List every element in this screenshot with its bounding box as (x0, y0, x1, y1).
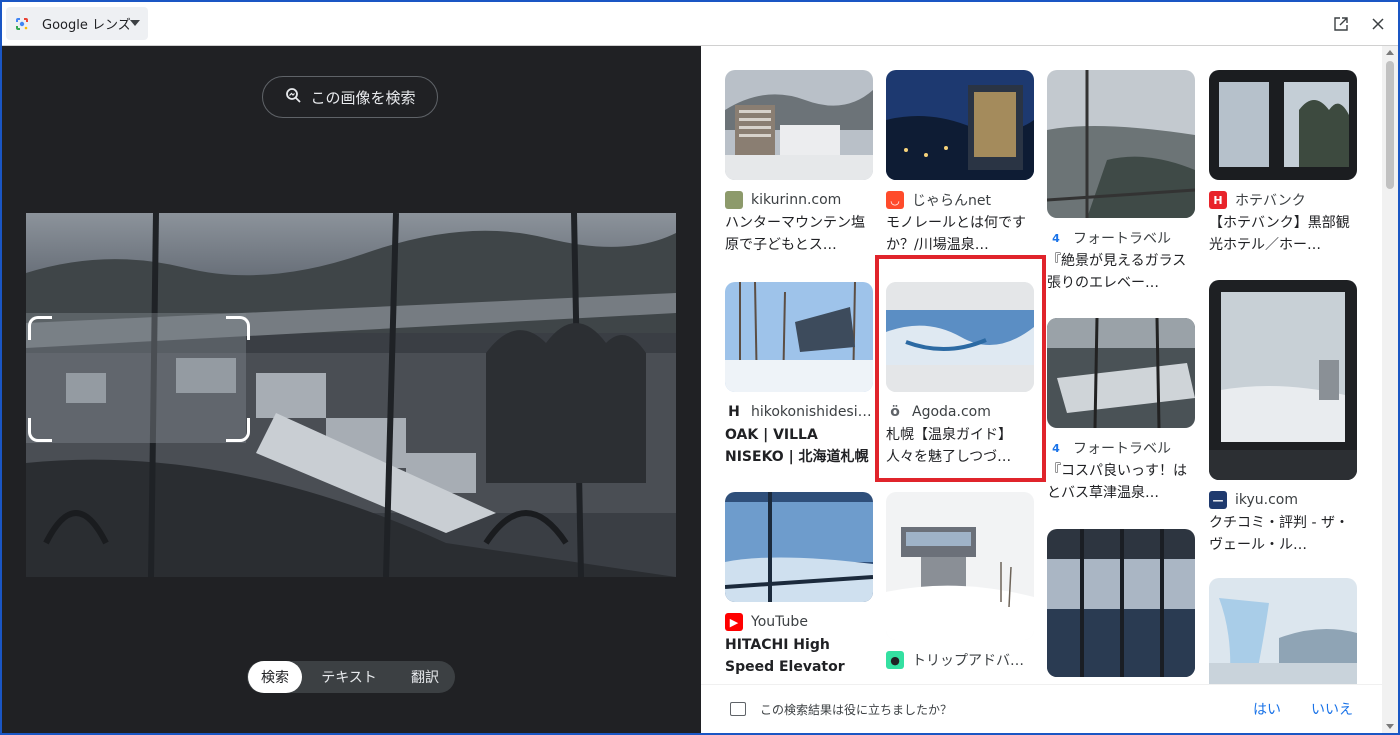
4travel-favicon-icon: 4 (1052, 441, 1060, 455)
result-title[interactable]: モノレールとは何ですか？/川場温泉… (886, 212, 1034, 256)
result-thumbnail[interactable] (725, 492, 873, 602)
mode-search-tab[interactable]: 検索 (248, 661, 302, 693)
result-thumbnail[interactable] (886, 70, 1034, 180)
h-favicon-icon: H (728, 404, 740, 420)
result-source: H hikokonishidesi… (725, 402, 873, 422)
result-card[interactable]: 4 フォートラベル 『絶景が見えるガラス張りのエレベー… (1047, 70, 1195, 294)
open-in-new-icon[interactable] (1331, 14, 1351, 34)
mode-text-tab[interactable]: テキスト (302, 661, 396, 693)
scroll-up-icon[interactable] (1386, 50, 1394, 55)
hotebank-favicon-icon: H (1209, 191, 1227, 209)
result-source: ◡ じゃらんnet (886, 190, 1034, 210)
close-icon[interactable] (1368, 14, 1388, 34)
result-card[interactable] (1047, 529, 1195, 677)
result-thumbnail[interactable] (1209, 70, 1357, 180)
result-thumbnail[interactable] (1047, 318, 1195, 428)
result-source: kikurinn.com (725, 190, 873, 210)
crop-handle-bottom-right[interactable] (226, 418, 250, 442)
result-source: ● トリップアドバ… (886, 650, 1034, 670)
result-source: H ホテバンク (1209, 190, 1357, 210)
result-source: — ikyu.com (1209, 490, 1357, 510)
result-card[interactable]: H hikokonishidesi… OAK | VILLA NISEKO | … (725, 282, 873, 468)
result-thumbnail[interactable] (1047, 70, 1195, 218)
highlight-box (875, 255, 1046, 482)
result-thumbnail[interactable] (1209, 578, 1357, 698)
scroll-down-icon[interactable] (1386, 724, 1394, 729)
lens-app-selector[interactable]: Google レンズ (6, 7, 148, 40)
crop-handle-top-right[interactable] (226, 316, 250, 340)
result-title[interactable]: 『絶景が見えるガラス張りのエレベー… (1047, 250, 1195, 294)
result-card[interactable]: 4 フォートラベル 『コスパ良いっす！はとバス草津温泉… (1047, 318, 1195, 504)
result-source: ▶ YouTube (725, 612, 873, 632)
scroll-thumb[interactable] (1386, 61, 1394, 189)
mode-switcher: 検索 テキスト 翻訳 (247, 661, 455, 693)
result-card[interactable]: H ホテバンク 【ホテバンク】黒部観光ホテル／ホー… (1209, 70, 1357, 256)
ikyu-favicon-icon: — (1209, 491, 1227, 509)
mode-translate-tab[interactable]: 翻訳 (396, 661, 454, 693)
tripadvisor-favicon-icon: ● (886, 651, 904, 669)
lens-header: Google レンズ (0, 0, 1400, 46)
result-card[interactable]: ▶ YouTube HITACHI High Speed Elevator at… (725, 492, 873, 678)
result-card[interactable]: ● トリップアドバ… (886, 492, 1034, 670)
result-title[interactable]: 『コスパ良いっす！はとバス草津温泉… (1047, 460, 1195, 504)
result-card[interactable]: kikurinn.com ハンターマウンテン塩原で子どもとス… (725, 70, 873, 256)
source-photo[interactable] (26, 213, 676, 577)
result-card[interactable]: ◡ じゃらんnet モノレールとは何ですか？/川場温泉… (886, 70, 1034, 256)
result-source: 4 フォートラベル (1047, 228, 1195, 248)
result-card[interactable]: — ikyu.com クチコミ・評判 - ザ・ヴェール・ル… (1209, 280, 1357, 556)
results-scrollbar[interactable] (1382, 46, 1398, 733)
crop-handle-bottom-left[interactable] (28, 418, 52, 442)
search-this-image-button[interactable]: この画像を検索 (262, 76, 438, 118)
result-thumbnail[interactable] (1047, 529, 1195, 677)
crop-handle-top-left[interactable] (28, 316, 52, 340)
result-thumbnail[interactable] (1209, 280, 1357, 480)
feedback-icon (730, 702, 746, 716)
image-preview-panel: この画像を検索 検索 テキスト 翻訳 (2, 46, 701, 733)
results-panel: kikurinn.com ハンターマウンテン塩原で子どもとス… H hikoko… (701, 46, 1398, 733)
youtube-favicon-icon: ▶ (725, 613, 743, 631)
search-this-image-label: この画像を検索 (310, 88, 416, 107)
4travel-favicon-icon: 4 (1052, 231, 1060, 245)
result-thumbnail[interactable] (725, 282, 873, 392)
chevron-down-icon (130, 20, 140, 26)
feedback-bar: この検索結果は役に立ちましたか？ はい いいえ (701, 684, 1382, 733)
google-lens-icon (14, 16, 30, 32)
photo-favicon-icon (725, 191, 743, 209)
result-thumbnail[interactable] (886, 492, 1034, 640)
feedback-question: この検索結果は役に立ちましたか？ (760, 702, 953, 717)
result-thumbnail[interactable] (725, 70, 873, 180)
feedback-no-link[interactable]: いいえ (1311, 699, 1353, 719)
result-title[interactable]: ハンターマウンテン塩原で子どもとス… (725, 212, 873, 256)
result-title[interactable]: 【ホテバンク】黒部観光ホテル／ホー… (1209, 212, 1357, 256)
result-card[interactable] (1209, 578, 1357, 698)
jalan-favicon-icon: ◡ (886, 191, 904, 209)
image-search-icon (284, 86, 302, 108)
app-title: Google レンズ (42, 18, 131, 33)
result-title[interactable]: クチコミ・評判 - ザ・ヴェール・ル… (1209, 512, 1357, 556)
feedback-yes-link[interactable]: はい (1253, 699, 1281, 719)
result-title[interactable]: HITACHI High Speed Elevator at… (725, 634, 873, 678)
result-title[interactable]: OAK | VILLA NISEKO | 北海道札幌の建築… (725, 424, 873, 468)
result-source: 4 フォートラベル (1047, 438, 1195, 458)
